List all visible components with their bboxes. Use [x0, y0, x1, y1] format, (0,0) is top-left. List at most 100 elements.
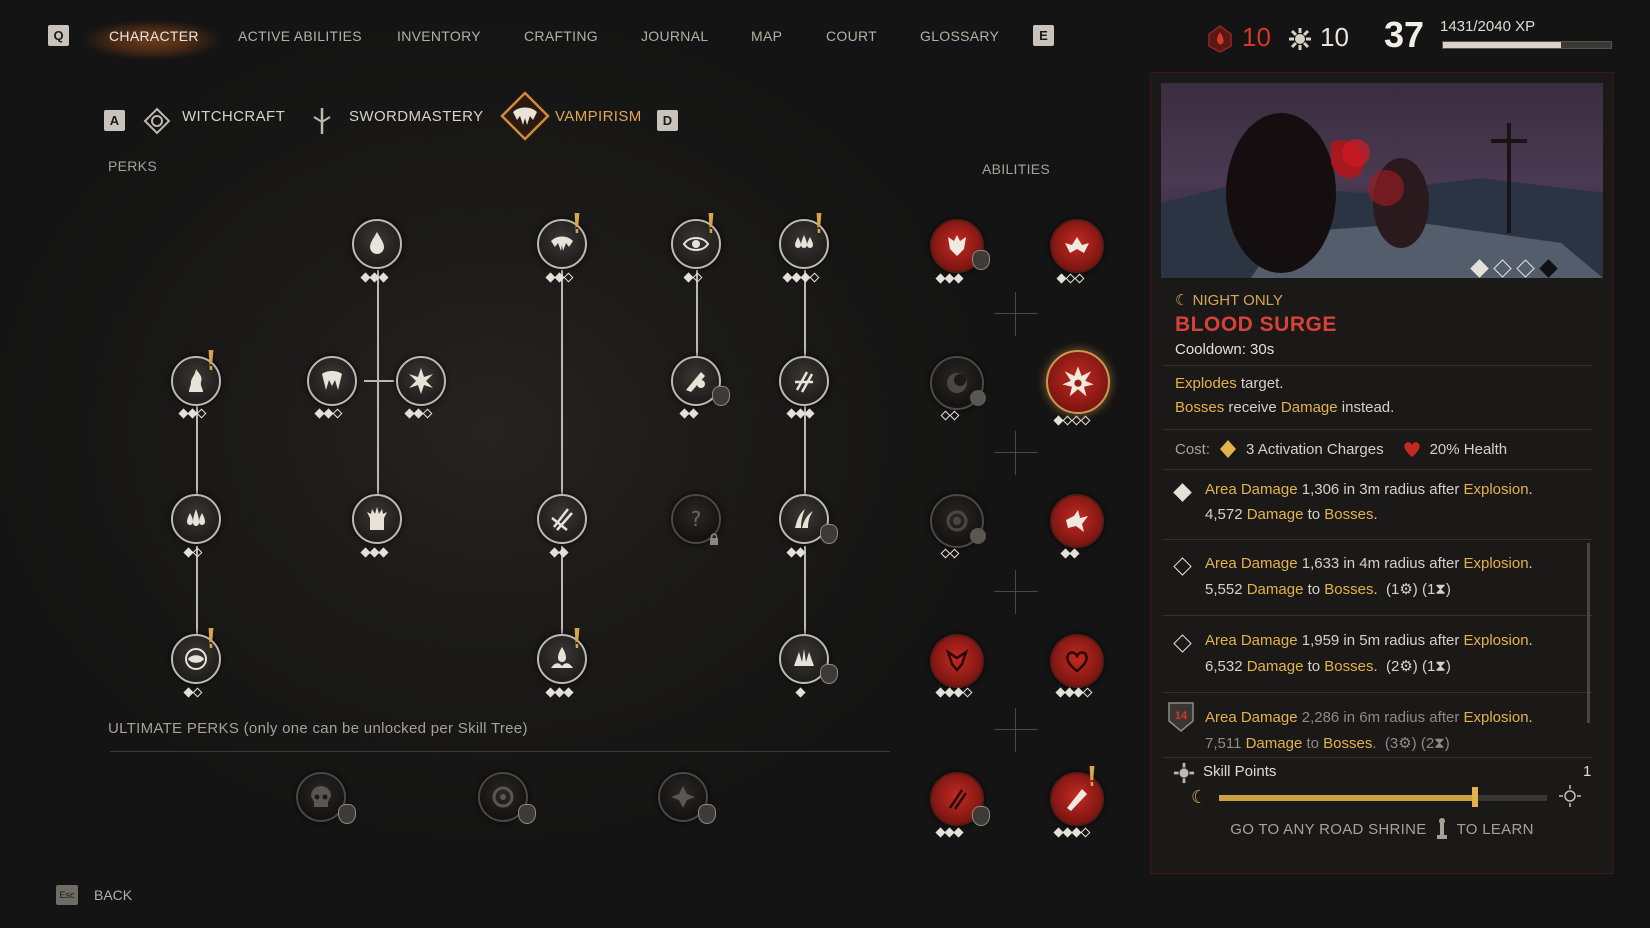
- text: to: [1302, 735, 1324, 752]
- triple-drops-icon: [187, 509, 205, 526]
- ability-divider: [994, 431, 1038, 475]
- text: to: [1303, 658, 1325, 675]
- ability-rank: [1056, 273, 1085, 285]
- sword-icon: [308, 106, 336, 136]
- level-4-line2: 7,511 Damage to Bosses. (3⚙) (2⧗): [1205, 731, 1450, 756]
- next-tab-key[interactable]: E: [1033, 25, 1054, 46]
- eye-icon: [682, 237, 710, 251]
- perk-blood-drop[interactable]: [352, 219, 402, 269]
- perk-rank: [549, 547, 569, 559]
- tab-character[interactable]: CHARACTER: [109, 28, 199, 44]
- perk-fangs[interactable]: [307, 356, 357, 406]
- perk-rank: [178, 408, 207, 420]
- tab-journal[interactable]: JOURNAL: [641, 28, 708, 44]
- tab-court[interactable]: COURT: [826, 28, 877, 44]
- perk-rank: [795, 687, 806, 699]
- back-button[interactable]: BACK: [94, 887, 132, 903]
- perk-blood-eye[interactable]: [171, 634, 221, 684]
- tab-active-abilities[interactable]: ACTIVE ABILITIES: [238, 28, 362, 44]
- perk-triple-drops[interactable]: [171, 494, 221, 544]
- perk-blood-drops[interactable]: [779, 219, 829, 269]
- tab-map[interactable]: MAP: [751, 28, 782, 44]
- skull-lock-icon: [970, 528, 986, 544]
- ability-bat-swarm[interactable]: [1050, 219, 1104, 273]
- text: target.: [1236, 375, 1284, 392]
- text: .: [1528, 481, 1533, 498]
- demon-mark-icon: [945, 648, 969, 672]
- fangs-icon: [322, 371, 342, 390]
- burst-icon: [409, 368, 433, 394]
- ultimate-divider: [110, 751, 890, 752]
- ability-divider: [994, 570, 1038, 614]
- paw-lock-icon: [972, 250, 990, 270]
- perk-rank: [183, 687, 203, 699]
- ability-blood-slash[interactable]: [1050, 772, 1104, 826]
- ability-detail-panel: ☾ NIGHT ONLY BLOOD SURGE Cooldown: 30s E…: [1150, 72, 1614, 874]
- blood-point-icon: [1205, 24, 1235, 54]
- ability-blood-heart[interactable]: [1050, 634, 1104, 688]
- slashes-icon: [551, 508, 573, 531]
- perk-slashes[interactable]: [537, 494, 587, 544]
- perk-rank: [183, 547, 203, 559]
- connector: [561, 270, 563, 500]
- ability-blood-surge-selected[interactable]: [1046, 350, 1110, 414]
- perk-burst[interactable]: [396, 356, 446, 406]
- howl-icon: [948, 235, 966, 256]
- keyword: Explosion: [1463, 709, 1529, 726]
- tree-tab-swordmastery[interactable]: SWORDMASTERY: [349, 108, 484, 125]
- text: .: [1528, 709, 1533, 726]
- divider: [1163, 429, 1593, 430]
- top-nav: Q CHARACTER ACTIVE ABILITIES INVENTORY C…: [0, 0, 1100, 75]
- level-requirement-number: 14: [1174, 710, 1188, 722]
- perk-claw-marks[interactable]: [779, 356, 829, 406]
- grasp-icon: [794, 649, 814, 666]
- ability-rank: [935, 273, 964, 285]
- scrollbar[interactable]: [1587, 543, 1590, 723]
- tree-tab-witchcraft[interactable]: WITCHCRAFT: [182, 108, 285, 125]
- escape-key[interactable]: Esc: [56, 885, 78, 905]
- perk-rank: [360, 547, 389, 559]
- night-only-tag: ☾ NIGHT ONLY: [1175, 292, 1283, 309]
- spiral-icon: [671, 786, 695, 808]
- lock-icon: [708, 532, 720, 545]
- connector: [196, 546, 198, 636]
- tree-tab-vampirism[interactable]: VAMPIRISM: [555, 108, 642, 125]
- keyword: Area Damage: [1205, 709, 1298, 726]
- level-2-marker: [1173, 557, 1192, 576]
- xp-text: 1431/2040 XP: [1440, 18, 1536, 35]
- divider: [1163, 692, 1593, 693]
- divider: [1163, 539, 1593, 540]
- tab-glossary[interactable]: GLOSSARY: [920, 28, 999, 44]
- perk-rank: [683, 272, 703, 284]
- text: .: [1373, 581, 1378, 598]
- keyword: Area Damage: [1205, 632, 1298, 649]
- keyword: Explosion: [1463, 481, 1529, 498]
- prev-tree-key[interactable]: A: [104, 110, 125, 131]
- blood-eye-icon: [185, 648, 207, 670]
- perk-blood-hands[interactable]: [537, 634, 587, 684]
- keyword: Bosses: [1323, 735, 1373, 752]
- blood-drop-icon: [370, 232, 384, 254]
- ability-rank: [1055, 687, 1093, 699]
- prev-tab-key[interactable]: Q: [48, 25, 69, 46]
- perk-clawed-hand[interactable]: [352, 494, 402, 544]
- perks-heading: PERKS: [108, 158, 157, 174]
- ability-rank: [1053, 415, 1091, 427]
- shadow-icon: [947, 373, 967, 393]
- ability-raven[interactable]: [1050, 494, 1104, 548]
- ability-demon-mark[interactable]: [930, 634, 984, 688]
- paw-lock-icon: [972, 806, 990, 826]
- perk-eye[interactable]: [671, 219, 721, 269]
- divider: [1163, 757, 1593, 758]
- next-tree-key[interactable]: D: [657, 110, 678, 131]
- tab-inventory[interactable]: INVENTORY: [397, 28, 481, 44]
- ability-title: BLOOD SURGE: [1175, 313, 1337, 336]
- vortex-icon: [492, 786, 514, 808]
- perk-bite[interactable]: [537, 219, 587, 269]
- perk-hand-flame[interactable]: [171, 356, 221, 406]
- keyword: Damage: [1246, 581, 1304, 598]
- text: 6,532: [1205, 658, 1247, 675]
- tab-crafting[interactable]: CRAFTING: [524, 28, 598, 44]
- level-1-line2: 4,572 Damage to Bosses.: [1205, 502, 1378, 527]
- level-4-requirement: (3⚙) (2⧗): [1384, 735, 1450, 752]
